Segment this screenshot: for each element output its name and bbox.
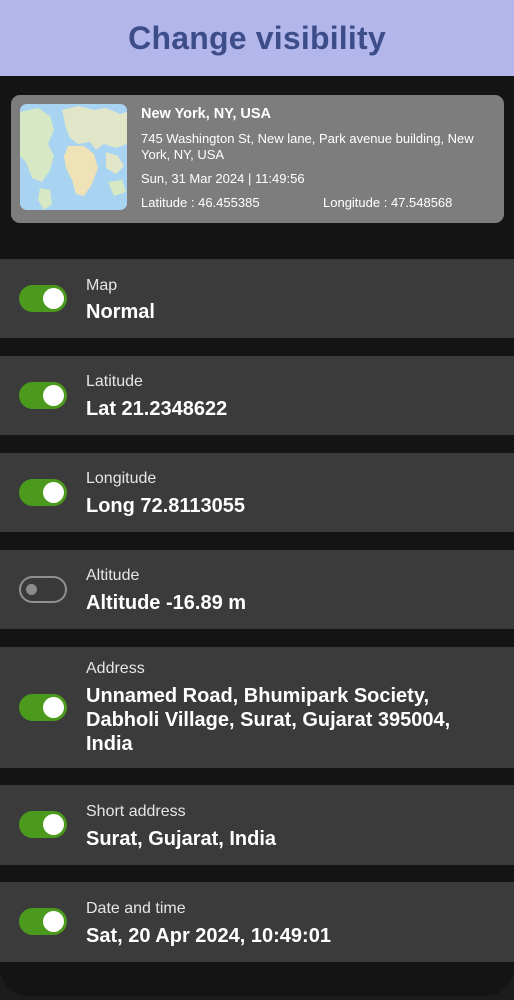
toggle-knob [43,911,64,932]
setting-value: Normal [86,301,155,323]
toggle-knob [43,697,64,718]
longitude-toggle[interactable] [19,479,67,506]
altitude-toggle[interactable] [19,576,67,603]
setting-row-latitude[interactable]: Latitude Lat 21.2348622 [0,356,514,435]
location-address: 745 Washington St, New lane, Park avenue… [141,131,474,162]
setting-label: Address [86,660,145,677]
setting-label: Longitude [86,470,157,487]
map-toggle[interactable] [19,285,67,312]
setting-row-altitude[interactable]: Altitude Altitude -16.89 m [0,550,514,629]
setting-value: Surat, Gujarat, India [86,828,277,850]
setting-label: Date and time [86,900,186,917]
setting-row-date-time[interactable]: Date and time Sat, 20 Apr 2024, 10:49:01 [0,882,514,962]
setting-row-longitude[interactable]: Longitude Long 72.8113055 [0,453,514,532]
setting-value: Altitude -16.89 m [86,592,247,614]
toggle-knob [43,288,64,309]
page-title: Change visibility [128,19,386,56]
setting-label: Short address [86,803,186,820]
setting-label: Latitude [86,373,143,390]
setting-label: Map [86,277,118,294]
latitude-toggle[interactable] [19,382,67,409]
toggle-knob [26,584,37,595]
location-title: New York, NY, USA [141,106,272,122]
toggle-knob [43,385,64,406]
setting-label: Altitude [86,567,140,584]
setting-row-address[interactable]: Address Unnamed Road, Bhumipark Society,… [0,647,514,768]
short-address-toggle[interactable] [19,811,67,838]
app-header: Change visibility [0,0,514,76]
setting-value: Lat 21.2348622 [86,398,228,420]
setting-value: Long 72.8113055 [86,495,245,517]
setting-value: Unnamed Road, Bhumipark Society, Dabholi… [86,685,451,755]
location-datetime: Sun, 31 Mar 2024 | 11:49:56 [141,171,305,186]
location-longitude: Longitude : 47.548568 [323,195,453,210]
setting-value: Sat, 20 Apr 2024, 10:49:01 [86,925,331,947]
map-thumbnail [20,104,127,210]
setting-row-short-address[interactable]: Short address Surat, Gujarat, India [0,785,514,865]
toggle-knob [43,814,64,835]
location-latitude: Latitude : 46.455385 [141,195,260,210]
settings-panel: New York, NY, USA 745 Washington St, New… [0,76,514,996]
date-time-toggle[interactable] [19,908,67,935]
toggle-knob [43,482,64,503]
location-preview-card: New York, NY, USA 745 Washington St, New… [11,95,504,223]
setting-row-map[interactable]: Map Normal [0,259,514,338]
address-toggle[interactable] [19,694,67,721]
